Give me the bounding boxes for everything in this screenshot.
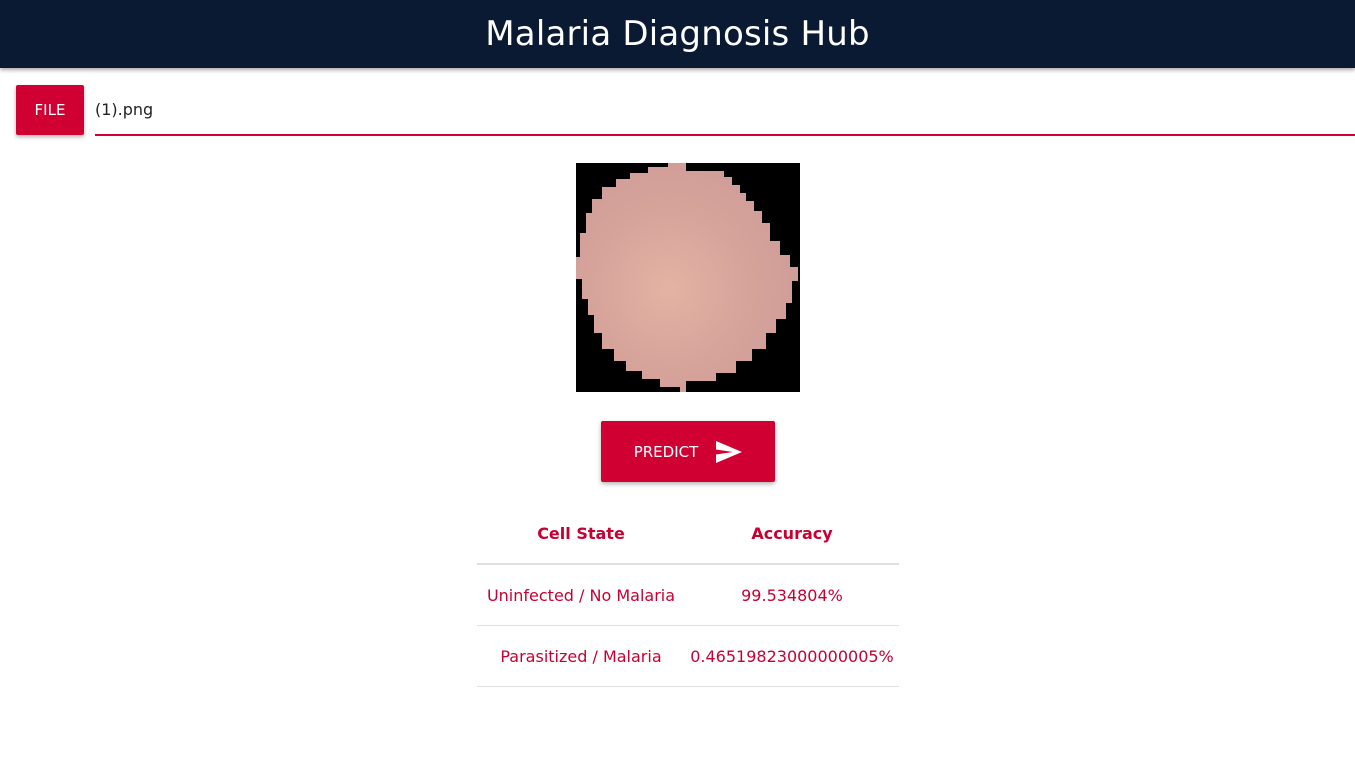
cell-state-value: Uninfected / No Malaria [477,564,685,626]
accuracy-value: 99.534804% [685,564,899,626]
send-icon [716,440,743,463]
table-row: Uninfected / No Malaria 99.534804% [477,564,899,626]
file-button[interactable]: FILE [16,85,84,135]
results-table: Cell State Accuracy Uninfected / No Mala… [477,504,899,687]
accuracy-value: 0.46519823000000005% [685,625,899,687]
app-bar: Malaria Diagnosis Hub [0,0,1355,68]
blood-cell-image [576,163,800,392]
table-row: Parasitized / Malaria 0.4651982300000000… [477,625,899,687]
app-title: Malaria Diagnosis Hub [485,14,870,54]
column-header-cell-state: Cell State [477,504,685,565]
cell-state-value: Parasitized / Malaria [477,625,685,687]
column-header-accuracy: Accuracy [685,504,899,565]
predict-button[interactable]: PREDICT [601,421,775,482]
file-path-field[interactable] [95,85,1355,136]
table-header-row: Cell State Accuracy [477,504,899,565]
predict-button-label: PREDICT [633,442,699,461]
